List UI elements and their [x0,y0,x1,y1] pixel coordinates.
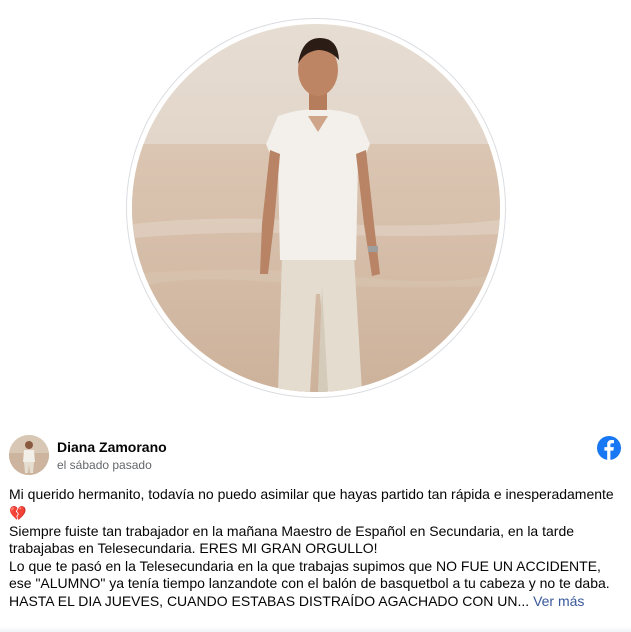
post-header: Diana Zamorano el sábado pasado [9,435,621,477]
see-more-link[interactable]: Ver más [533,593,584,609]
post-text-line: Lo que te pasó en la Telesecundaria en l… [9,557,601,574]
author-name[interactable]: Diana Zamorano [57,439,167,455]
author-avatar[interactable] [9,435,49,475]
bottom-divider [0,626,631,632]
profile-photo[interactable] [132,24,500,392]
post-text-truncated: HASTA EL DIA JUEVES, CUANDO ESTABAS DIST… [9,592,530,609]
post-text-line: Siempre fuiste tan trabajador en la maña… [9,522,575,539]
post-text-line-last: HASTA EL DIA JUEVES, CUANDO ESTABAS DIST… [9,593,621,611]
broken-heart-icon: 💔 [9,504,27,521]
post-timestamp[interactable]: el sábado pasado [57,458,152,472]
post-card: Diana Zamorano el sábado pasado Mi queri… [0,0,631,632]
post-text: Mi querido hermanito, todavía no puedo a… [9,486,621,610]
profile-photo-frame[interactable] [127,19,505,397]
post-text-line: trabajabas en Telesecundaria. ERES MI GR… [9,540,378,556]
post-text-line: Mi querido hermanito, todavía no puedo a… [9,486,614,502]
facebook-icon[interactable] [597,436,621,460]
post-text-line: ese "ALUMNO" ya tenía tiempo lanzandote … [9,575,610,591]
